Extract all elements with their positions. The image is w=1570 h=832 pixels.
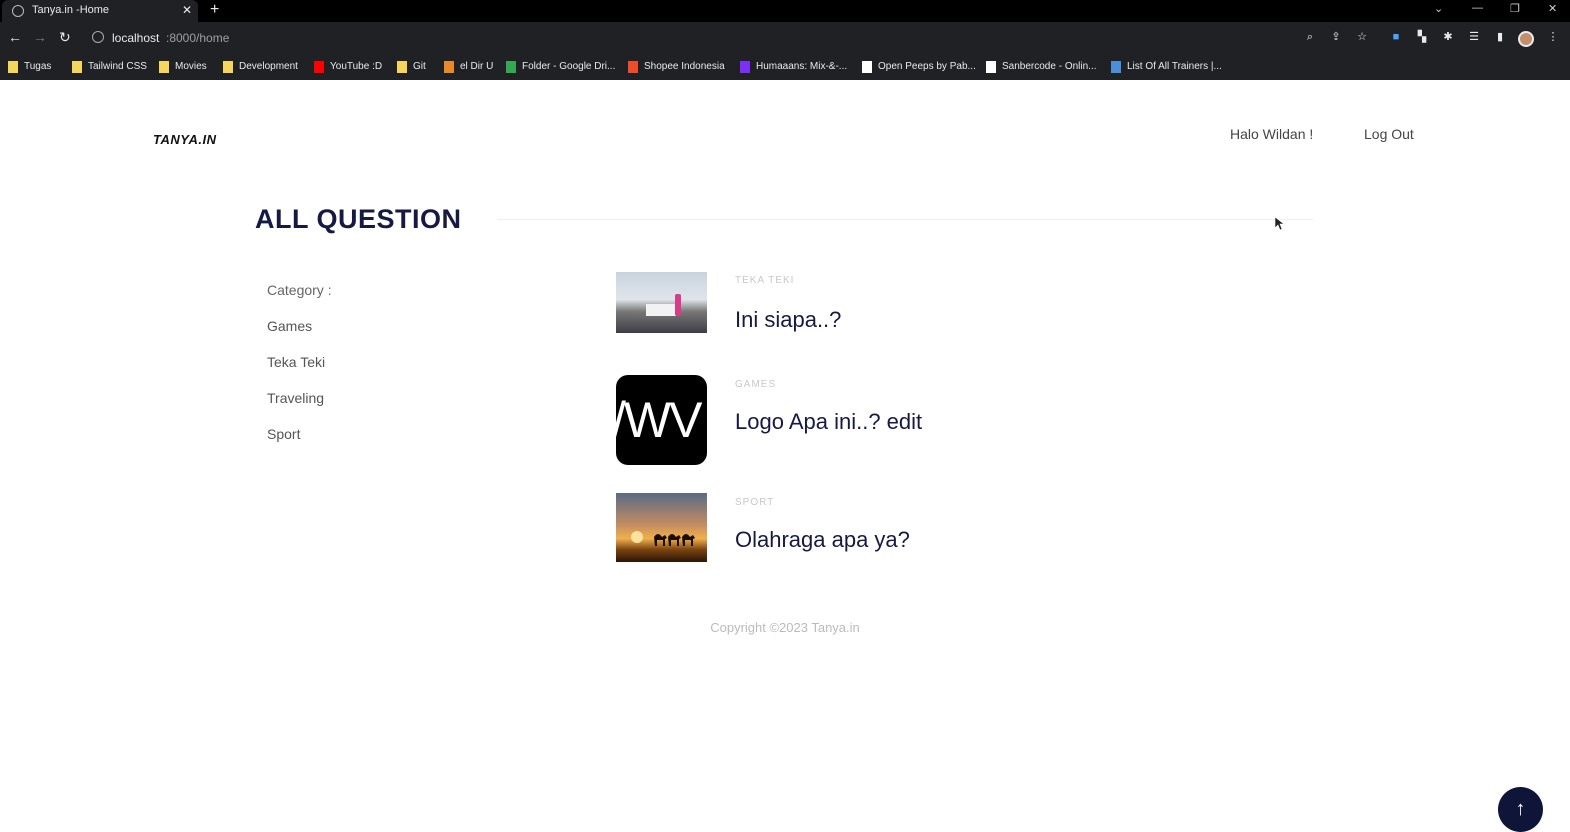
youtube-icon <box>314 61 324 73</box>
question-title-link[interactable]: Olahraga apa ya? <box>735 527 910 553</box>
category-item-games[interactable]: Games <box>267 318 312 334</box>
reading-list-icon[interactable]: ☰ <box>1468 31 1480 43</box>
question-title-link[interactable]: Ini siapa..? <box>735 307 841 333</box>
footer-copyright: Copyright ©2023 Tanya.in <box>710 620 860 635</box>
folder-icon <box>8 61 18 73</box>
category-item-sport[interactable]: Sport <box>267 426 300 442</box>
bookmark-label: Sanbercode - Onlin... <box>1002 61 1097 72</box>
menu-icon[interactable]: ⋮ <box>1547 31 1559 43</box>
page-title: ALL QUESTION <box>255 204 462 234</box>
window-close-icon[interactable]: ✕ <box>1548 2 1557 15</box>
category-item-traveling[interactable]: Traveling <box>267 390 324 406</box>
reload-icon[interactable]: ↻ <box>59 29 71 46</box>
google-drive-icon <box>506 61 516 73</box>
bookmark-label: Open Peeps by Pab... <box>878 61 976 72</box>
bookmark-item[interactable]: List Of All Trainers |... <box>1111 61 1222 75</box>
question-category: TEKA TEKI <box>735 275 795 286</box>
minimize-icon[interactable]: — <box>1472 2 1483 14</box>
folder-icon <box>72 61 82 73</box>
bookmark-label: Movies <box>175 61 207 72</box>
tab-title: Tanya.in -Home <box>32 4 110 16</box>
bookmark-star-icon[interactable]: ☆ <box>1356 31 1368 43</box>
forward-icon[interactable]: → <box>33 29 47 45</box>
bookmark-item[interactable]: Git <box>397 61 426 75</box>
crowd-photo-figure <box>675 294 681 316</box>
bookmark-item[interactable]: Shopee Indonesia <box>628 61 725 75</box>
site-logo[interactable]: TANYA.IN <box>153 132 216 147</box>
puzzle-icon[interactable]: ✱ <box>1442 31 1454 43</box>
question-thumbnail[interactable]: /WV <box>616 375 707 465</box>
globe-icon <box>12 5 24 17</box>
url-host: localhost <box>112 31 160 45</box>
bookmark-label: YouTube :D <box>330 61 383 72</box>
zoom-icon[interactable]: ⌕ <box>1304 31 1316 43</box>
open-peeps-icon <box>862 61 872 73</box>
category-heading: Category : <box>267 282 332 298</box>
bookmark-label: Tugas <box>24 61 52 72</box>
profile-avatar[interactable] <box>1518 31 1534 47</box>
close-icon[interactable]: ✕ <box>182 3 192 17</box>
folder-icon <box>223 61 233 73</box>
bookmarks-bar: Tugas Tailwind CSS Movies Development YouTub… <box>0 54 1570 80</box>
logo-photo-text: /WV <box>616 392 702 448</box>
address-bar[interactable]: localhost :8000/home <box>84 27 1384 49</box>
bookmark-label: Shopee Indonesia <box>644 61 725 72</box>
extension-2-icon[interactable]: ▚ <box>1416 31 1428 43</box>
url-path: :8000/home <box>166 31 230 45</box>
bookmark-label: List Of All Trainers |... <box>1127 61 1222 72</box>
bookmark-item[interactable]: el Dir U <box>444 61 493 75</box>
bookmark-item[interactable]: Development <box>223 61 298 75</box>
browser-tab-strip: Tanya.in -Home ✕ + ⌄ — ❐ ✕ <box>0 0 1570 22</box>
site-info-icon[interactable] <box>92 31 104 43</box>
bookmark-label: Tailwind CSS <box>88 61 147 72</box>
camel-silhouettes-icon <box>654 534 695 546</box>
new-tab-button[interactable]: + <box>210 1 219 19</box>
tab-search-icon[interactable]: ⌄ <box>1434 2 1443 15</box>
bookmark-label: Git <box>413 61 426 72</box>
bookmark-item[interactable]: YouTube :D <box>314 61 382 75</box>
browser-toolbar: ← → ↻ localhost :8000/home ⌕ ⇪ ☆ ■ ▚ ✱ ☰… <box>0 22 1570 54</box>
bookmark-label: el Dir U <box>460 61 494 72</box>
question-category: GAMES <box>735 379 777 390</box>
restore-icon[interactable]: ❐ <box>1510 2 1520 15</box>
bookmark-label: Humaaans: Mix-&-... <box>756 61 848 72</box>
question-title-link[interactable]: Logo Apa ini..? edit <box>735 409 922 435</box>
question-thumbnail[interactable] <box>616 493 707 562</box>
category-item-teka-teki[interactable]: Teka Teki <box>267 354 325 370</box>
bookmark-item[interactable]: Open Peeps by Pab... <box>862 61 976 75</box>
bookmark-item[interactable]: Tugas <box>8 61 51 75</box>
humaaans-icon <box>740 61 750 73</box>
bookmark-item[interactable]: Folder - Google Dri... <box>506 61 615 75</box>
bookmark-item[interactable]: Sanbercode - Onlin... <box>986 61 1097 75</box>
bookmark-icon <box>444 61 454 73</box>
share-icon[interactable]: ⇪ <box>1330 31 1342 43</box>
shopee-icon <box>628 61 638 73</box>
question-category: SPORT <box>735 497 775 508</box>
title-divider <box>498 219 1313 220</box>
mouse-cursor-icon <box>1275 217 1285 231</box>
list-icon <box>1111 61 1121 73</box>
folder-icon <box>397 61 407 73</box>
user-greeting-link[interactable]: Halo Wildan ! <box>1230 126 1313 142</box>
page: TANYA.IN Halo Wildan ! Log Out ALL QUEST… <box>0 80 1570 832</box>
back-to-top-button[interactable]: ↑ <box>1498 787 1543 832</box>
bookmark-label: Folder - Google Dri... <box>522 61 616 72</box>
browser-tab[interactable]: Tanya.in -Home ✕ <box>2 0 198 22</box>
bookmark-item[interactable]: Humaaans: Mix-&-... <box>740 61 847 75</box>
bookmark-item[interactable]: Movies <box>159 61 207 75</box>
bookmark-item[interactable]: Tailwind CSS <box>72 61 147 75</box>
bookmark-label: Development <box>239 61 298 72</box>
back-icon[interactable]: ← <box>8 29 22 45</box>
logout-link[interactable]: Log Out <box>1364 126 1414 142</box>
folder-icon <box>159 61 169 73</box>
side-panel-icon[interactable]: ▮ <box>1494 31 1506 43</box>
extension-icon[interactable]: ■ <box>1390 31 1402 43</box>
crowd-photo-monument <box>646 304 676 316</box>
sanbercode-icon <box>986 61 996 73</box>
question-thumbnail[interactable] <box>616 272 707 333</box>
